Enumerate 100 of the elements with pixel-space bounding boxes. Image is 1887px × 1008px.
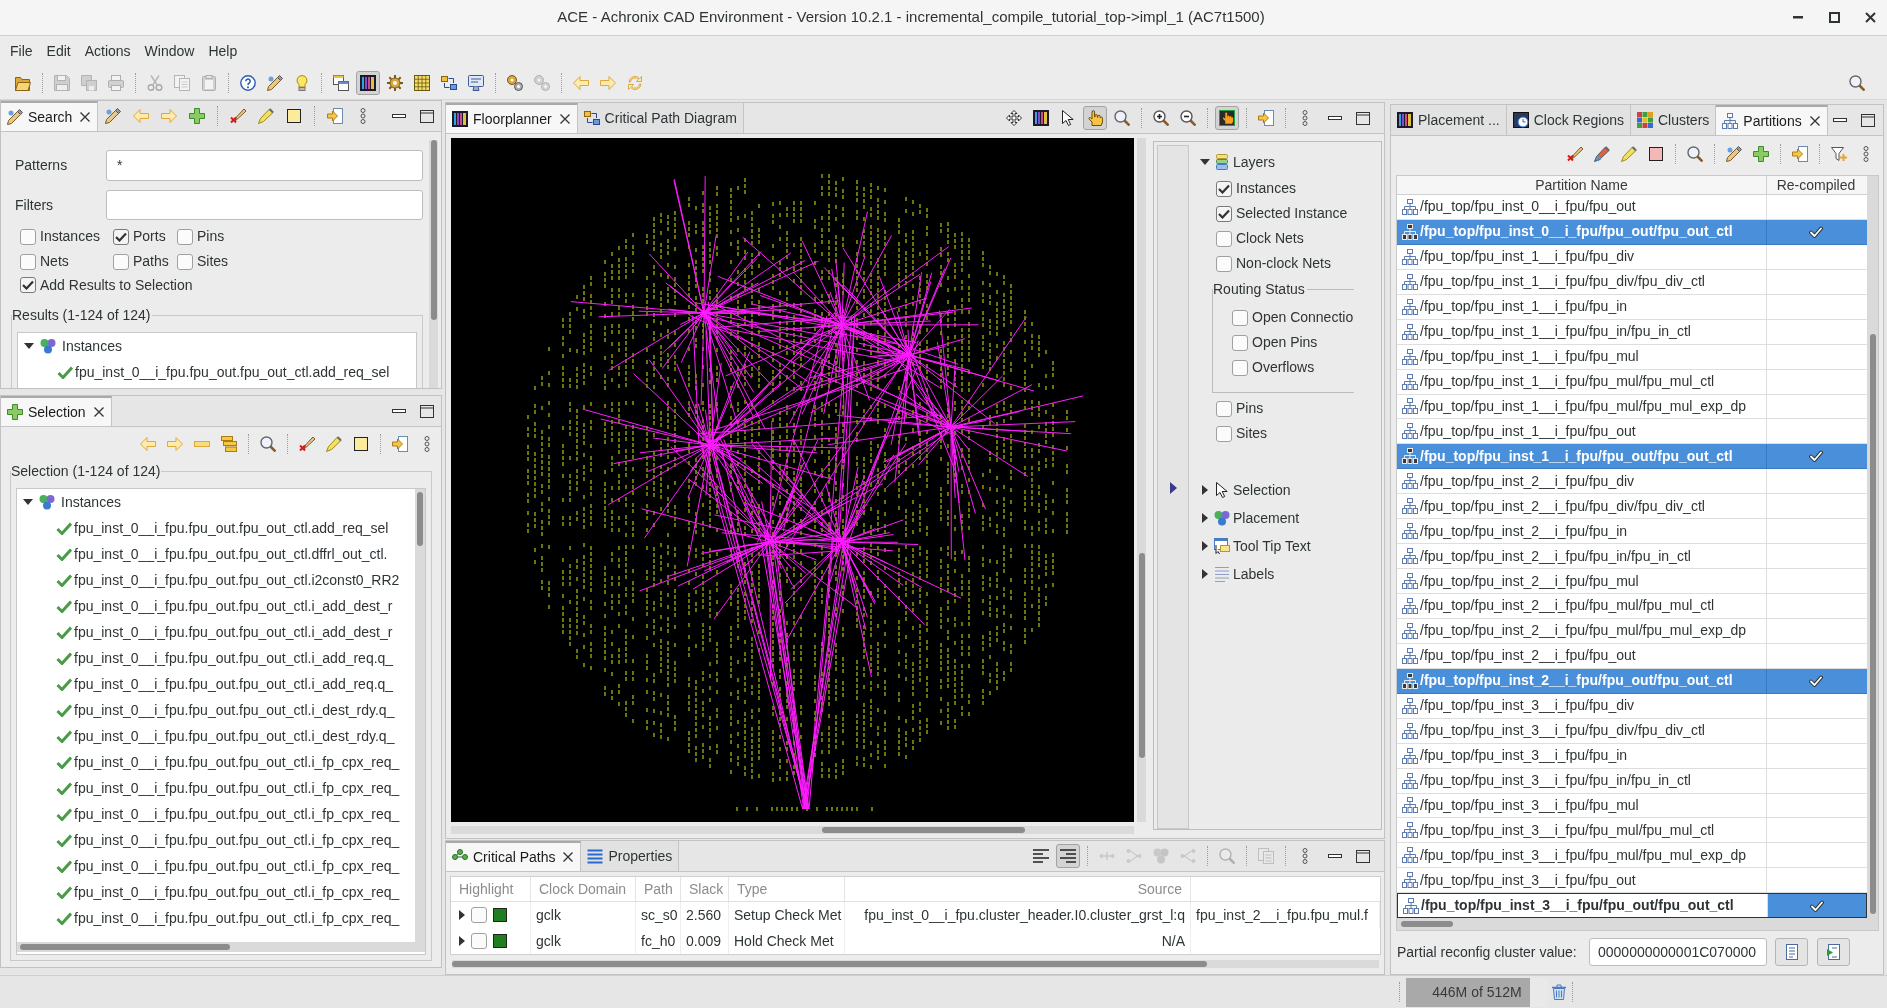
partition-row[interactable]: /fpu_top/fpu_inst_2__i_fpu/fpu_in: [1397, 519, 1867, 545]
partition-row[interactable]: /fpu_top/fpu_inst_0__i_fpu/fpu_out: [1397, 195, 1867, 220]
scrollbar-thumb[interactable]: [417, 492, 423, 546]
tree-item[interactable]: fpu_inst_0__i_fpu.fpu_out.fpu_out_ctl.i_fp_cpx_req_: [74, 777, 400, 799]
tab[interactable]: Placement ...: [1391, 105, 1507, 135]
checkbox[interactable]: [471, 907, 487, 923]
tree-item[interactable]: fpu_inst_0__i_fpu.fpu_out.fpu_out_ctl.i_fp_cpx_req_: [74, 803, 400, 825]
checkbox[interactable]: [1232, 309, 1248, 326]
tree-item[interactable]: Instances: [61, 491, 121, 513]
tree-item[interactable]: fpu_inst_0__i_fpu.fpu_out.fpu_out_ctl.i_add_req.q_: [74, 647, 394, 669]
scrollbar[interactable]: [1397, 918, 1878, 930]
partition-row[interactable]: /fpu_top/fpu_inst_2__i_fpu/fpu_in/fpu_in_ctl: [1397, 544, 1867, 570]
tree-item[interactable]: Layers: [1233, 151, 1276, 173]
align-right-button[interactable]: [1056, 844, 1080, 868]
checkbox[interactable]: [1232, 359, 1248, 376]
document-button[interactable]: [1775, 938, 1808, 966]
filters-field[interactable]: [106, 190, 423, 220]
partition-row[interactable]: /fpu_top/fpu_inst_1__i_fpu/fpu_mul: [1397, 344, 1867, 370]
tree-item[interactable]: Selection: [1233, 479, 1291, 501]
tab[interactable]: Floorplanner: [446, 103, 578, 133]
checkbox[interactable]: [177, 253, 193, 270]
tree-item[interactable]: fpu_inst_0__i_fpu.fpu_out.fpu_out_ctl.i_fp_cpx_req_: [74, 855, 400, 877]
tab[interactable]: Critical Path Diagram: [577, 103, 744, 133]
partition-row[interactable]: /fpu_top/fpu_inst_2__i_fpu/fpu_mul/fpu_mul_ctl: [1397, 594, 1867, 619]
tab[interactable]: Partitions: [1716, 105, 1828, 135]
tab[interactable]: Critical Paths: [446, 841, 582, 871]
scrollbar-thumb[interactable]: [1869, 334, 1876, 914]
tab[interactable]: Clusters: [1630, 105, 1717, 135]
tree-item[interactable]: Placement: [1233, 507, 1300, 529]
scrollbar[interactable]: [17, 942, 425, 952]
color-swatch-icon[interactable]: [493, 934, 507, 948]
caret-right-icon[interactable]: [1169, 482, 1177, 494]
tree-item[interactable]: fpu_inst_0__i_fpu.fpu_out.fpu_out_ctl.i_fp_cpx_req_: [74, 829, 400, 851]
scrollbar-thumb[interactable]: [1138, 553, 1145, 758]
scrollbar-thumb[interactable]: [430, 140, 437, 320]
partition-row[interactable]: /fpu_top/fpu_inst_1__i_fpu/fpu_div: [1397, 244, 1867, 270]
partition-row[interactable]: /fpu_top/fpu_inst_1__i_fpu/fpu_out: [1397, 419, 1867, 445]
checkbox[interactable]: [1216, 255, 1232, 272]
scrollbar-thumb[interactable]: [452, 961, 1207, 967]
tree-item[interactable]: fpu_inst_0__i_fpu.fpu_out.fpu_out_ctl.i_dest_rdy.q_: [74, 699, 395, 721]
checkbox[interactable]: [1216, 400, 1232, 417]
tab[interactable]: Clock Regions: [1506, 105, 1631, 135]
close-button[interactable]: [558, 113, 571, 125]
tree-item[interactable]: fpu_inst_0__i_fpu.fpu_out.fpu_out_ctl.dffrl_out_ctl.: [74, 543, 388, 565]
reconfig-field[interactable]: 0000000000001C070000: [1589, 938, 1767, 966]
partition-row[interactable]: /fpu_top/fpu_inst_3__i_fpu/fpu_in: [1397, 743, 1867, 769]
partition-row[interactable]: /fpu_top/fpu_inst_2__i_fpu/fpu_out: [1397, 643, 1867, 669]
tree-item[interactable]: fpu_inst_0__i_fpu.fpu_out.fpu_out_ctl.i_fp_cpx_req_: [74, 881, 400, 903]
partition-row[interactable]: /fpu_top/fpu_inst_2__i_fpu/fpu_mul: [1397, 569, 1867, 594]
tree-item[interactable]: fpu_inst_0__i_fpu.fpu_out.fpu_out_ctl.i_fp_cpx_req_: [74, 751, 400, 773]
caret-right-icon[interactable]: [1202, 485, 1208, 495]
caret-down-icon[interactable]: [24, 343, 34, 349]
checkbox[interactable]: [1232, 334, 1248, 351]
partition-row[interactable]: /fpu_top/fpu_inst_2__i_fpu/fpu_div/fpu_div_ctl: [1397, 494, 1867, 520]
partition-row[interactable]: /fpu_top/fpu_inst_1__i_fpu/fpu_div/fpu_div_ctl: [1397, 269, 1867, 295]
checkbox[interactable]: [113, 228, 129, 245]
tree-item[interactable]: Instances: [62, 335, 122, 357]
partition-row[interactable]: /fpu_top/fpu_inst_3__i_fpu/fpu_mul/fpu_mul_ctl: [1397, 818, 1867, 844]
column-header[interactable]: Partition Name: [1397, 176, 1767, 194]
tree-item[interactable]: Labels: [1233, 563, 1275, 585]
checkbox[interactable]: [20, 253, 36, 270]
checkbox[interactable]: [20, 277, 36, 293]
partition-row[interactable]: /fpu_top/fpu_inst_3__i_fpu/fpu_out/fpu_out_ctl: [1397, 893, 1867, 919]
scrollbar[interactable]: [415, 489, 425, 942]
caret-right-icon[interactable]: [1202, 569, 1208, 579]
partition-row[interactable]: /fpu_top/fpu_inst_2__i_fpu/fpu_div: [1397, 469, 1867, 495]
partition-row[interactable]: /fpu_top/fpu_inst_1__i_fpu/fpu_mul/fpu_mul_ctl: [1397, 369, 1867, 395]
column-header[interactable]: Slack: [681, 877, 729, 901]
partition-row[interactable]: /fpu_top/fpu_inst_3__i_fpu/fpu_mul: [1397, 793, 1867, 819]
scrollbar[interactable]: [452, 960, 1379, 968]
partition-row[interactable]: /fpu_top/fpu_inst_1__i_fpu/fpu_in/fpu_in_ctl: [1397, 319, 1867, 345]
caret-down-icon[interactable]: [23, 499, 33, 505]
close-button[interactable]: [562, 851, 575, 863]
close-button[interactable]: [92, 406, 105, 418]
column-header[interactable]: Source: [845, 877, 1191, 901]
tree-item[interactable]: fpu_inst_0__i_fpu.fpu_out.fpu_out_ctl.i_fp_cpx_req_: [74, 907, 400, 929]
close-button[interactable]: [1808, 115, 1821, 127]
partition-row[interactable]: /fpu_top/fpu_inst_2__i_fpu/fpu_mul/fpu_mul_exp_dp: [1397, 618, 1867, 644]
tab[interactable]: Properties: [581, 841, 680, 871]
scrollbar-thumb[interactable]: [1401, 921, 1453, 927]
checkbox[interactable]: [1216, 180, 1232, 197]
column-header[interactable]: Type: [729, 877, 845, 901]
tree-item[interactable]: fpu_inst_0__i_fpu.fpu_out.fpu_out_ctl.i2const0_RR2: [74, 569, 400, 591]
menu-item[interactable]: Help: [201, 40, 245, 62]
menu-item[interactable]: Actions: [77, 40, 138, 62]
caret-right-icon[interactable]: [459, 910, 465, 920]
document-button[interactable]: [1817, 938, 1850, 966]
scrollbar[interactable]: [1137, 138, 1146, 822]
checkbox[interactable]: [113, 253, 129, 270]
tree-item[interactable]: fpu_inst_0__i_fpu.fpu_out.fpu_out_ctl.i_add_dest_r: [74, 595, 393, 617]
tree-item[interactable]: fpu_inst_0__i_fpu.fpu_out.fpu_out_ctl.i_dest_rdy.q_: [74, 725, 395, 747]
tree-item[interactable]: fpu_inst_0__i_fpu.fpu_out.fpu_out_ctl.i_add_req.q_: [74, 673, 394, 695]
scrollbar[interactable]: [429, 140, 438, 388]
caret-right-icon[interactable]: [459, 936, 465, 946]
checkbox[interactable]: [1216, 425, 1232, 442]
tree-item[interactable]: fpu_inst_0__i_fpu.fpu_out.fpu_out_ctl.i_add_dest_r: [74, 621, 393, 643]
tree-item[interactable]: Tool Tip Text: [1233, 535, 1311, 557]
partition-row[interactable]: /fpu_top/fpu_inst_3__i_fpu/fpu_in/fpu_in_ctl: [1397, 768, 1867, 794]
scrollbar[interactable]: [1867, 176, 1878, 918]
scrollbar[interactable]: [451, 826, 1134, 834]
